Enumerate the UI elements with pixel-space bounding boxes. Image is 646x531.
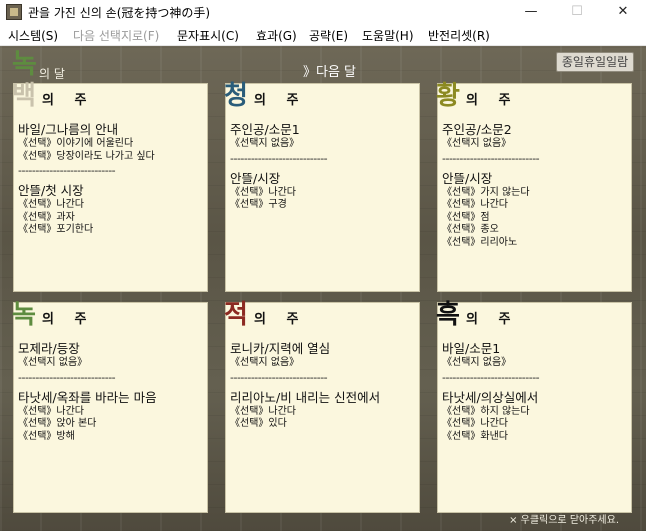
week-suffix: 의 주: [466, 312, 519, 327]
event-separator: ----------------------------: [18, 370, 116, 384]
event-title: 바일/소문1: [442, 341, 501, 356]
choice-item: 《선택지 없음》: [230, 357, 300, 368]
choice-item: 《선택》나간다: [18, 199, 84, 211]
choice-item: 《선택지 없음》: [230, 138, 300, 149]
week-panel-blue: 청 의 주 주인공/소문1 《선택지 없음》 -----------------…: [224, 81, 420, 292]
week-panel-red: 적 의 주 로니카/지력에 열심 《선택지 없음》 --------------…: [224, 300, 420, 513]
week-panel-black: 흑 의 주 바일/소문1 《선택지 없음》 ------------------…: [436, 300, 632, 513]
event-separator: ----------------------------: [18, 164, 116, 178]
choice-item: 《선택》과자: [18, 211, 75, 223]
week-panel-white: 백 의 주 바일/그나름의 안내 《선택》이야기에 어울린다 《선택》당장이라도…: [12, 81, 208, 292]
week-char: 흑: [436, 300, 460, 330]
menu-effects[interactable]: 효과(G): [256, 27, 297, 44]
choice-item: 《선택지 없음》: [18, 357, 88, 368]
week-events: 주인공/소문1 《선택지 없음》 -----------------------…: [230, 121, 417, 212]
choice-item: 《선택지 없음》: [442, 138, 512, 149]
week-events: 바일/그나름의 안내 《선택》이야기에 어울린다 《선택》당장이라도 나가고 싶…: [18, 121, 205, 237]
menu-next-choice[interactable]: 다음 선택지로(F): [73, 27, 159, 44]
event-separator: ----------------------------: [230, 370, 328, 384]
event-separator: ----------------------------: [230, 151, 328, 165]
choice-item: 《선택》나간다: [442, 199, 508, 211]
menu-bar: 시스템(S) 다음 선택지로(F) 문자표시(C) 효과(G) 공략(E) 도움…: [0, 25, 646, 46]
week-suffix: 의 주: [42, 312, 95, 327]
week-char: 백: [12, 81, 36, 111]
choice-item: 《선택지 없음》: [442, 357, 512, 368]
event-title: 안뜰/시장: [230, 170, 281, 186]
event-title: 리리아노/비 내리는 신전에서: [230, 389, 381, 405]
title-bar: 관을 가진 신의 손(冠を持つ神の手) — ☐ ✕: [0, 0, 646, 25]
event-title: 타낫세/옥좌를 바라는 마음: [18, 389, 157, 405]
window-title: 관을 가진 신의 손(冠を持つ神の手): [28, 6, 211, 20]
choice-item: 《선택》앉아 본다: [18, 418, 97, 430]
event-separator: ----------------------------: [442, 370, 540, 384]
menu-reverse-reset[interactable]: 반전리셋(R): [428, 27, 490, 44]
choice-item: 《선택》리리아노: [442, 236, 518, 248]
choice-item: 《선택》하지 않는다: [442, 405, 530, 417]
event-title: 주인공/소문1: [230, 122, 300, 137]
menu-text-display[interactable]: 문자표시(C): [177, 27, 239, 44]
choice-item: 《선택》방해: [18, 430, 75, 442]
week-events: 모제라/등장 《선택지 없음》 ------------------------…: [18, 340, 205, 443]
maximize-button[interactable]: ☐: [554, 0, 600, 25]
week-char: 적: [224, 300, 248, 330]
choice-item: 《선택》가지 않는다: [442, 186, 530, 198]
choice-item: 《선택》나간다: [442, 418, 508, 430]
app-icon: [6, 4, 22, 20]
event-title: 주인공/소문2: [442, 122, 512, 137]
week-suffix: 의 주: [254, 312, 307, 327]
week-panel-yellow: 황 의 주 주인공/소문2 《선택지 없음》 -----------------…: [436, 81, 632, 292]
choice-item: 《선택》이야기에 어울린다: [18, 138, 134, 149]
week-panel-green: 녹 의 주 모제라/등장 《선택지 없음》 ------------------…: [12, 300, 208, 513]
month-title-suffix: 의 달: [39, 67, 65, 81]
menu-walkthrough[interactable]: 공략(E): [309, 27, 348, 44]
choice-item: 《선택》당장이라도 나가고 싶다: [18, 150, 155, 162]
choice-item: 《선택》나간다: [18, 405, 84, 417]
week-events: 바일/소문1 《선택지 없음》 ------------------------…: [442, 340, 629, 443]
event-title: 바일/그나름의 안내: [18, 122, 119, 137]
event-title: 안뜰/시장: [442, 170, 493, 186]
close-hint: × 우클릭으로 닫아주세요.: [509, 515, 619, 526]
menu-help[interactable]: 도움말(H): [362, 27, 414, 44]
week-suffix: 의 주: [466, 93, 519, 108]
month-title-char: 녹: [12, 49, 37, 80]
event-separator: ----------------------------: [442, 151, 540, 165]
holiday-list-button[interactable]: 종일휴일일람: [556, 52, 634, 72]
week-suffix: 의 주: [42, 93, 95, 108]
event-title: 타낫세/의상실에서: [442, 389, 539, 405]
choice-item: 《선택》나간다: [230, 186, 296, 198]
week-char: 황: [436, 81, 460, 111]
next-month-link[interactable]: 》다음 달: [303, 61, 356, 80]
choice-item: 《선택》나간다: [230, 405, 296, 417]
event-title: 로니카/지력에 열심: [230, 341, 331, 356]
week-events: 주인공/소문2 《선택지 없음》 -----------------------…: [442, 121, 629, 250]
choice-item: 《선택》화낸다: [442, 430, 508, 442]
choice-item: 《선택》있다: [230, 418, 287, 430]
choice-item: 《선택》점: [442, 211, 490, 223]
week-char: 청: [224, 81, 248, 111]
week-suffix: 의 주: [254, 93, 307, 108]
close-button[interactable]: ✕: [600, 0, 646, 25]
choice-item: 《선택》포기한다: [18, 224, 94, 236]
choice-item: 《선택》구경: [230, 199, 287, 211]
week-events: 로니카/지력에 열심 《선택지 없음》 --------------------…: [230, 340, 417, 431]
minimize-button[interactable]: —: [508, 0, 554, 25]
choice-item: 《선택》종오: [442, 224, 499, 236]
week-char: 녹: [12, 300, 36, 330]
menu-system[interactable]: 시스템(S): [8, 27, 58, 44]
event-title: 모제라/등장: [18, 341, 80, 356]
event-title: 안뜰/첫 시장: [18, 183, 84, 199]
